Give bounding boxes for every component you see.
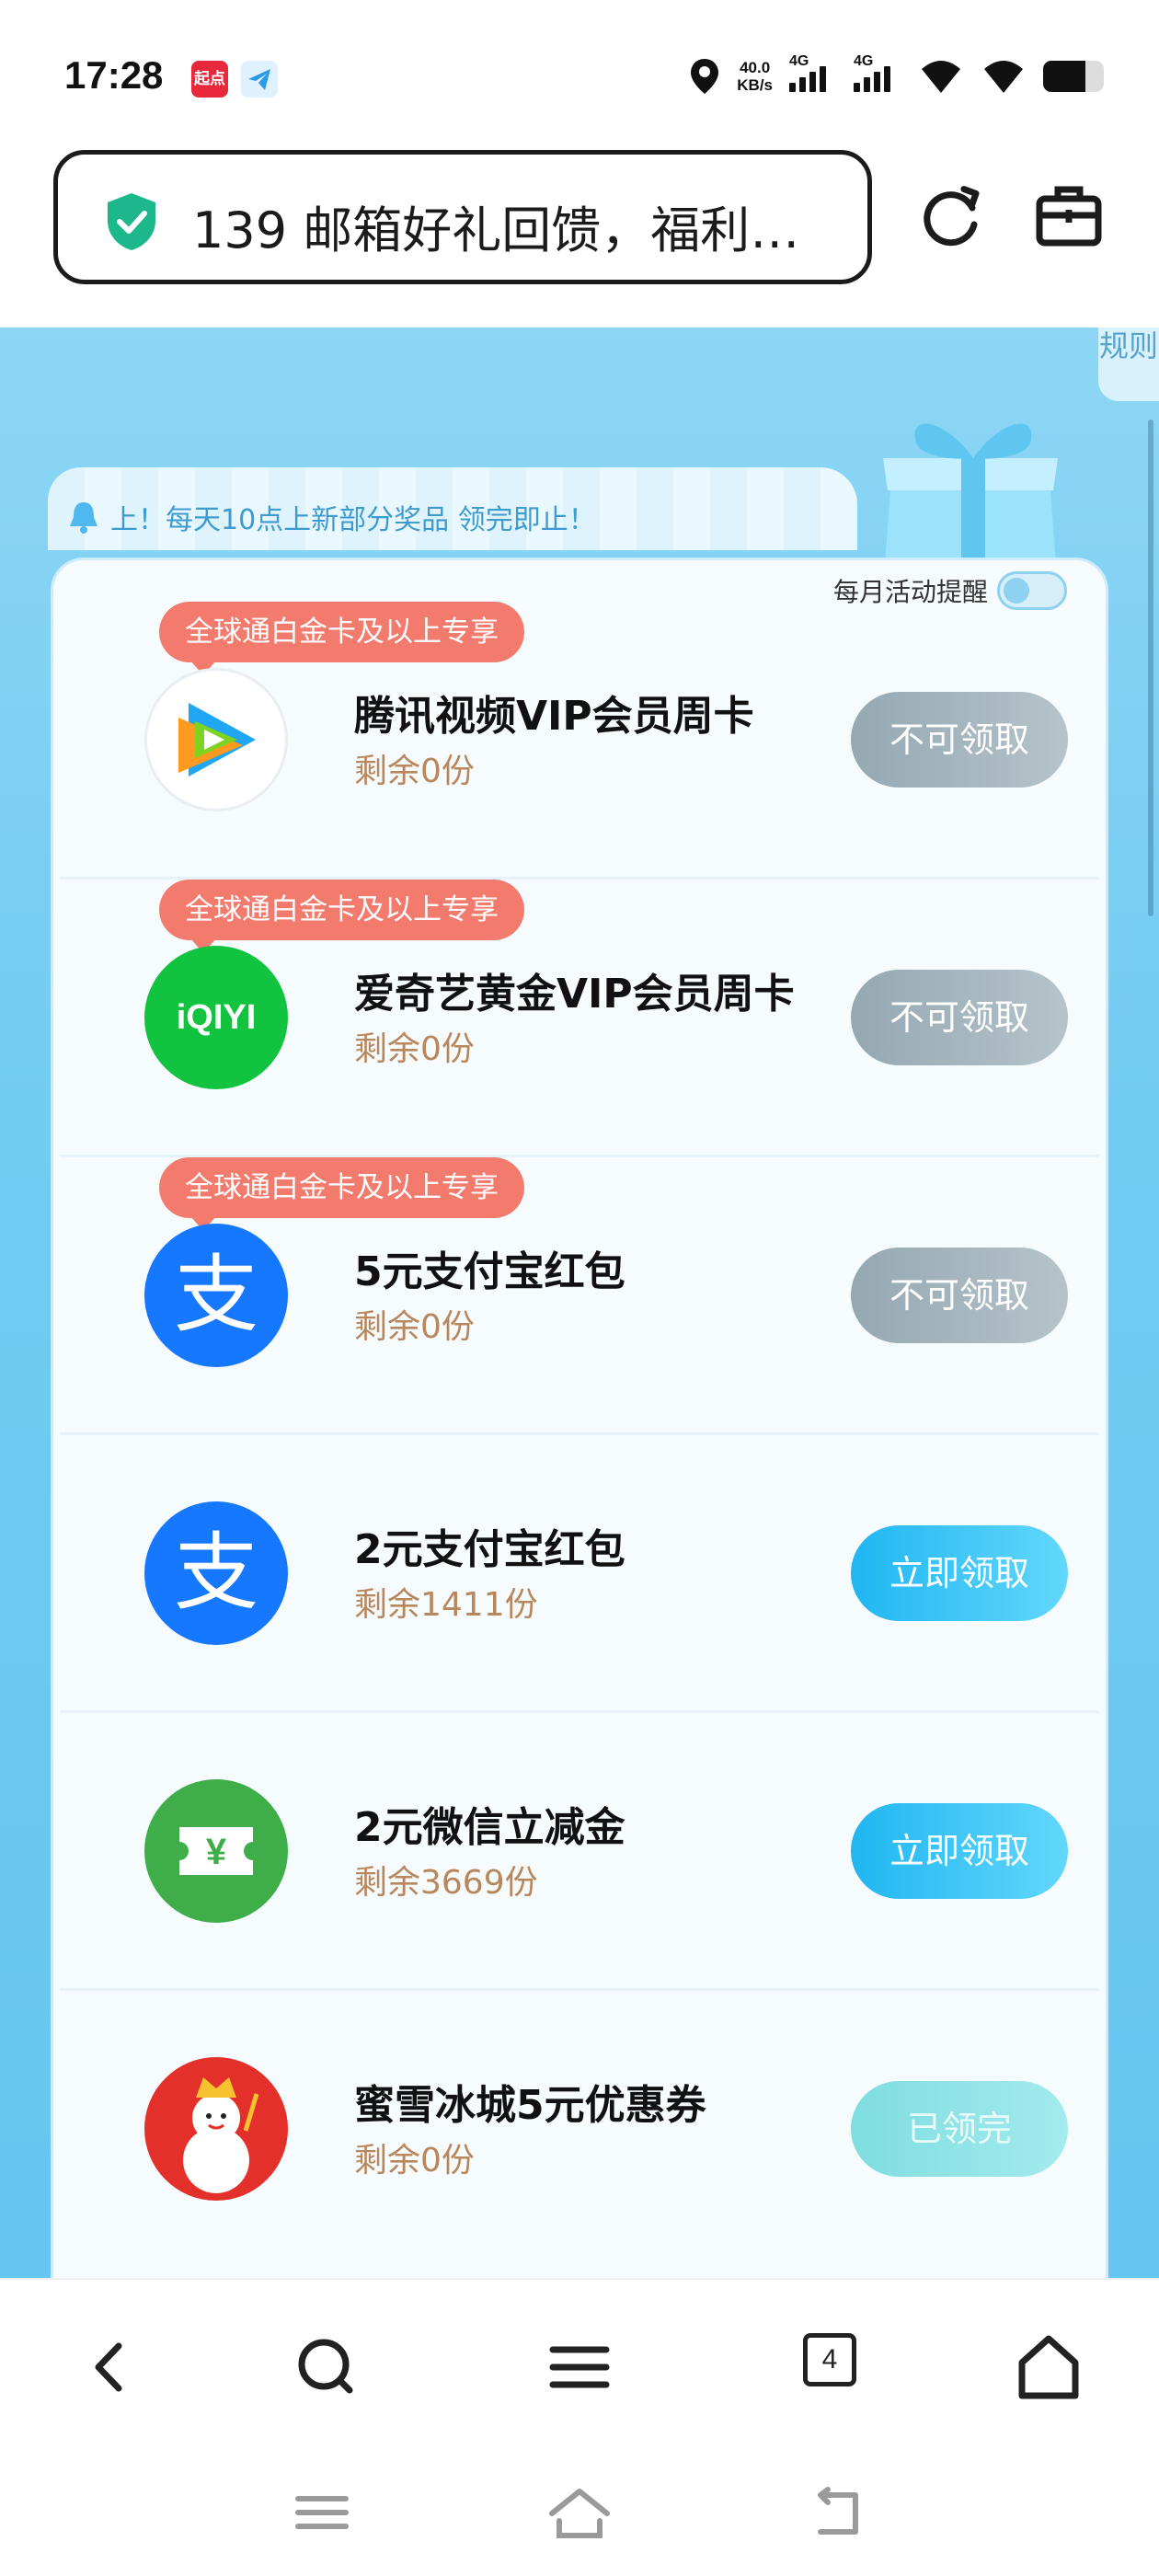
system-back-button[interactable] (800, 2480, 874, 2545)
prize-row: 全球通白金卡及以上专享 iQIYI 爱奇艺黄金VIP会员周卡 剩余0份 不可领取 (51, 880, 1108, 1157)
prize-row: 支 2元支付宝红包 剩余1411份 立即领取 (51, 1435, 1108, 1713)
system-home-button[interactable] (543, 2480, 616, 2545)
tabs-button[interactable]: 4 (803, 2333, 856, 2386)
prize-remaining: 剩余0份 (354, 753, 475, 790)
signal-icon: 4G (789, 53, 837, 92)
browser-toolbar (0, 2278, 1159, 2455)
prize-title: 蜜雪冰城5元优惠券 (354, 2082, 706, 2129)
rules-button[interactable]: 规则 (1098, 328, 1159, 401)
shield-check-icon (108, 193, 155, 250)
prize-title: 爱奇艺黄金VIP会员周卡 (354, 971, 795, 1018)
location-icon (691, 59, 719, 94)
refresh-button[interactable] (915, 180, 989, 254)
briefcase-icon (1036, 186, 1102, 247)
address-bar[interactable]: 139 邮箱好礼回馈，福利… (53, 150, 872, 284)
home-icon (549, 2489, 610, 2538)
wifi-icon (984, 61, 1023, 93)
tencent-video-icon (144, 668, 288, 811)
claim-button[interactable]: 不可领取 (851, 1248, 1068, 1343)
member-tag: 全球通白金卡及以上专享 (159, 602, 524, 675)
search-icon (298, 2339, 353, 2394)
recents-icon (295, 2496, 349, 2529)
yen-sign: ¥ (206, 1832, 227, 1872)
mixue-snowman-icon (144, 2057, 288, 2201)
web-content[interactable]: 规则 上！每天10点上新部分奖品 领完即止！ 每月活动提醒 全球通白金卡及以上专… (0, 328, 1159, 2278)
home-icon (1018, 2335, 1079, 2399)
net-speed: 40.0 KB/s (737, 59, 773, 94)
menu-button[interactable] (538, 2326, 621, 2409)
prize-remaining: 剩余0份 (354, 1308, 475, 1346)
notice-text: 上！每天10点上新部分奖品 领完即止！ (110, 504, 596, 536)
telegram-app-icon (241, 61, 278, 98)
prize-remaining: 剩余0份 (354, 2142, 475, 2179)
prize-title: 5元支付宝红包 (354, 1248, 625, 1295)
recents-button[interactable] (285, 2480, 359, 2545)
prize-title: 2元微信立减金 (354, 1804, 625, 1851)
qidian-app-icon: 起点 (191, 61, 228, 98)
claim-button[interactable]: 立即领取 (851, 1803, 1068, 1899)
search-button[interactable] (285, 2326, 368, 2409)
toolbox-button[interactable] (1032, 180, 1106, 254)
bell-icon (70, 502, 98, 534)
claim-button[interactable]: 不可领取 (851, 692, 1068, 788)
member-tag: 全球通白金卡及以上专享 (159, 880, 524, 953)
iqiyi-icon: iQIYI (144, 946, 288, 1089)
url-text: 139 邮箱好礼回馈，福利… (192, 201, 800, 259)
wifi-icon (922, 61, 960, 93)
menu-icon (549, 2346, 610, 2388)
back-button[interactable] (69, 2326, 152, 2409)
wechat-coupon-icon: ¥ (144, 1779, 288, 1923)
prize-remaining: 剩余3669份 (354, 1864, 538, 1902)
signal-icon: 4G (854, 53, 901, 92)
alipay-icon: 支 (144, 1224, 288, 1367)
status-time: 17:28 (64, 53, 164, 97)
prize-row: ¥ 2元微信立减金 剩余3669份 立即领取 (51, 1713, 1108, 1991)
system-nav-bar (0, 2453, 1159, 2576)
prize-row: 全球通白金卡及以上专享 腾讯视频VIP会员周卡 剩余0份 不可领取 (51, 602, 1108, 880)
prize-row: 蜜雪冰城5元优惠券 剩余0份 已领完 (51, 1991, 1108, 2269)
member-tag: 全球通白金卡及以上专享 (159, 1157, 524, 1231)
claim-button[interactable]: 立即领取 (851, 1525, 1068, 1621)
back-icon (95, 2342, 122, 2392)
home-button[interactable] (1007, 2326, 1090, 2409)
battery-icon (1043, 61, 1104, 92)
back-icon (818, 2487, 858, 2535)
prize-remaining: 剩余1411份 (354, 1586, 538, 1624)
prize-title: 腾讯视频VIP会员周卡 (354, 693, 754, 740)
refresh-icon (924, 186, 980, 247)
page-scrollbar[interactable] (1148, 420, 1153, 916)
status-bar: 17:28 起点 40.0 KB/s 4G 4G (0, 0, 1159, 147)
prize-remaining: 剩余0份 (354, 1030, 475, 1068)
alipay-icon: 支 (144, 1501, 288, 1645)
claim-button[interactable]: 不可领取 (851, 970, 1068, 1065)
status-icons: 40.0 KB/s 4G 4G (689, 53, 1104, 99)
claim-button[interactable]: 已领完 (851, 2081, 1068, 2177)
prize-row: 全球通白金卡及以上专享 支 5元支付宝红包 剩余0份 不可领取 (51, 1157, 1108, 1435)
prize-title: 2元支付宝红包 (354, 1526, 625, 1573)
